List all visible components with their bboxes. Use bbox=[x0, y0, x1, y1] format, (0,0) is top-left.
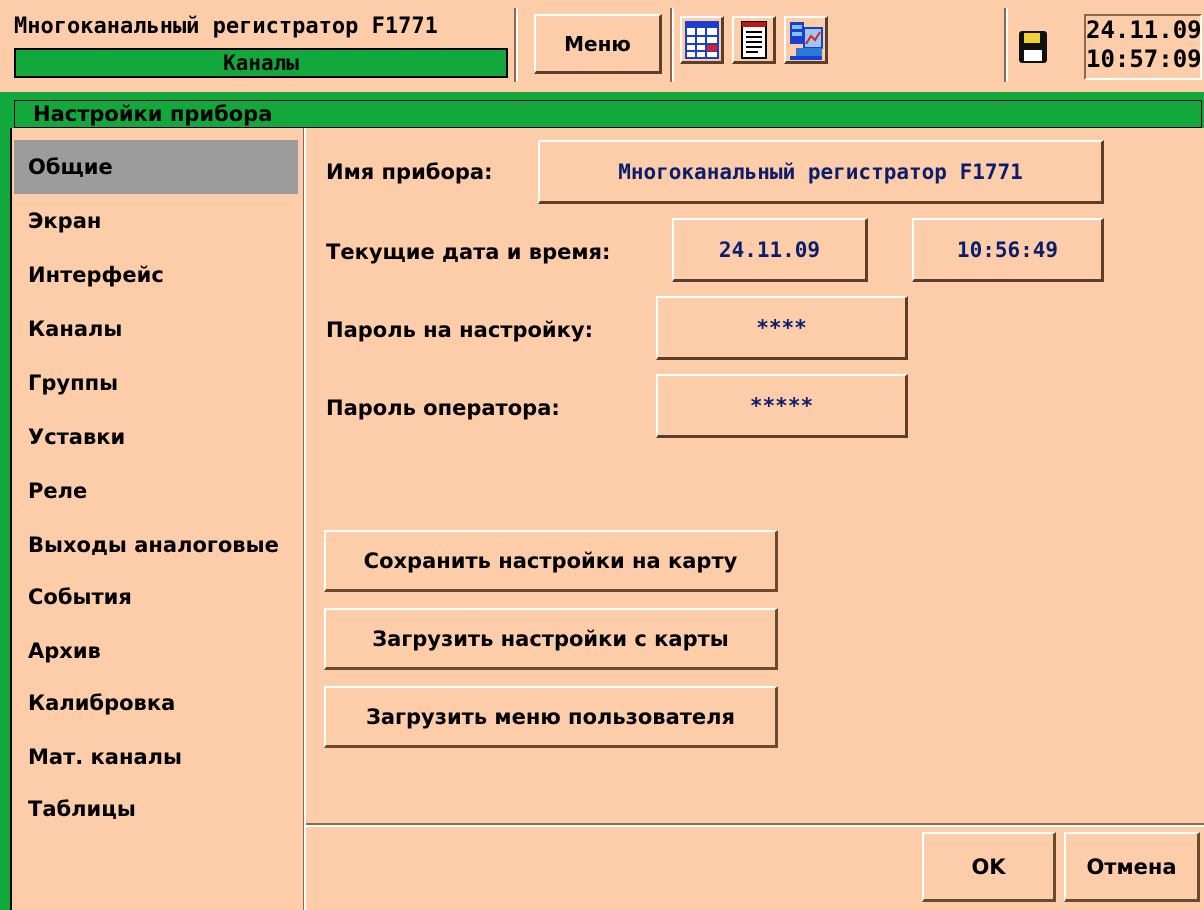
ok-button[interactable]: OK bbox=[922, 832, 1056, 902]
clock-time: 10:57:09 bbox=[1086, 45, 1202, 73]
toolbar-separator bbox=[1004, 8, 1008, 82]
time-field[interactable]: 10:56:49 bbox=[912, 218, 1104, 282]
sidebar-item-events[interactable]: События bbox=[14, 570, 298, 624]
footer-divider bbox=[306, 823, 1204, 827]
sidebar-item-general[interactable]: Общие bbox=[14, 140, 298, 194]
sidebar-item-archive[interactable]: Архив bbox=[14, 624, 298, 678]
sidebar-item-channels[interactable]: Каналы bbox=[14, 302, 298, 356]
sidebar-item-setpoints[interactable]: Уставки bbox=[14, 410, 298, 464]
datetime-label: Текущие дата и время: bbox=[326, 240, 611, 264]
sidebar-item-tables[interactable]: Таблицы bbox=[14, 782, 298, 836]
toolbar-separator bbox=[514, 8, 518, 82]
notepad-icon[interactable] bbox=[732, 16, 776, 64]
menu-button[interactable]: Меню bbox=[534, 14, 662, 74]
window-title: Настройки прибора bbox=[14, 100, 1202, 128]
sidebar-item-calibration[interactable]: Калибровка bbox=[14, 676, 298, 730]
save-settings-to-card-button[interactable]: Сохранить настройки на карту bbox=[324, 530, 778, 592]
sidebar-item-relays[interactable]: Реле bbox=[14, 464, 298, 518]
operator-password-field[interactable]: ***** bbox=[656, 374, 908, 438]
device-name-field[interactable]: Многоканальный регистратор F1771 bbox=[538, 140, 1104, 204]
operator-password-label: Пароль оператора: bbox=[326, 396, 560, 420]
table-icon[interactable] bbox=[680, 16, 724, 64]
sidebar-item-analog-outputs[interactable]: Выходы аналоговые bbox=[14, 518, 298, 572]
floppy-disk-icon bbox=[1016, 28, 1050, 66]
setup-password-field[interactable]: **** bbox=[656, 296, 908, 360]
sidebar-item-groups[interactable]: Группы bbox=[14, 356, 298, 410]
setup-password-label: Пароль на настройку: bbox=[326, 318, 593, 342]
chart-computer-icon[interactable] bbox=[784, 16, 828, 64]
active-section-indicator: Каналы bbox=[14, 48, 508, 78]
sidebar-item-interface[interactable]: Интерфейс bbox=[14, 248, 298, 302]
toolbar-separator bbox=[670, 8, 674, 82]
sidebar-item-screen[interactable]: Экран bbox=[14, 194, 298, 248]
date-field[interactable]: 24.11.09 bbox=[672, 218, 868, 282]
load-user-menu-button[interactable]: Загрузить меню пользователя bbox=[324, 686, 778, 748]
app-title: Многоканальный регистратор F1771 bbox=[14, 14, 438, 39]
cancel-button[interactable]: Отмена bbox=[1064, 832, 1200, 902]
sidebar-divider bbox=[303, 128, 306, 910]
device-name-label: Имя прибора: bbox=[326, 160, 493, 184]
load-settings-from-card-button[interactable]: Загрузить настройки с карты bbox=[324, 608, 778, 670]
clock-display: 24.11.09 10:57:09 bbox=[1084, 14, 1202, 80]
clock-date: 24.11.09 bbox=[1086, 16, 1202, 44]
sidebar-item-math-channels[interactable]: Мат. каналы bbox=[14, 730, 298, 784]
